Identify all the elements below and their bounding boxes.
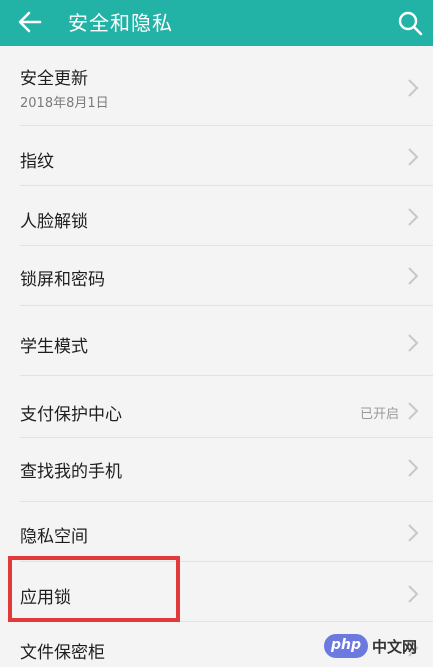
chevron-right-icon [408, 334, 419, 352]
settings-item-label: 安全更新 [20, 69, 88, 89]
settings-item-payment-protection[interactable]: 支付保护中心 已开启 [0, 376, 433, 438]
watermark: php 中文网 [324, 632, 428, 662]
settings-item-lock-screen-password[interactable]: 锁屏和密码 [0, 246, 433, 306]
settings-screen: 安全和隐私 安全更新 2018年8月1日 指纹 人脸解锁 锁屏和密码 学生模式 … [0, 0, 433, 667]
settings-item-label: 人脸解锁 [20, 212, 88, 232]
chevron-right-icon [408, 148, 419, 166]
settings-item-security-update[interactable]: 安全更新 2018年8月1日 [0, 46, 433, 126]
settings-item-label: 学生模式 [20, 337, 88, 357]
chevron-right-icon [408, 402, 419, 420]
settings-item-fingerprint[interactable]: 指纹 [0, 126, 433, 186]
settings-item-label: 支付保护中心 [20, 405, 122, 425]
app-bar: 安全和隐私 [0, 0, 433, 46]
watermark-text: 中文网 [372, 638, 418, 656]
highlight-box [8, 556, 180, 622]
chevron-right-icon [408, 585, 419, 603]
settings-item-label: 文件保密柜 [20, 643, 105, 663]
php-logo: php [324, 634, 368, 658]
status-label: 已开启 [359, 407, 399, 422]
chevron-right-icon [408, 267, 419, 285]
settings-item-label: 查找我的手机 [20, 462, 122, 482]
settings-item-label: 指纹 [20, 152, 54, 172]
settings-item-face-unlock[interactable]: 人脸解锁 [0, 186, 433, 246]
chevron-right-icon [408, 208, 419, 226]
settings-item-subtitle: 2018年8月1日 [20, 96, 109, 111]
settings-item-label: 隐私空间 [20, 527, 88, 547]
settings-item-find-my-phone[interactable]: 查找我的手机 [0, 438, 433, 502]
settings-item-label: 锁屏和密码 [20, 270, 105, 290]
chevron-right-icon [408, 524, 419, 542]
chevron-right-icon [408, 459, 419, 477]
chevron-right-icon [408, 79, 419, 97]
settings-item-private-space[interactable]: 隐私空间 [0, 502, 433, 562]
search-icon[interactable] [396, 9, 424, 37]
settings-item-student-mode[interactable]: 学生模式 [0, 306, 433, 376]
back-arrow-icon[interactable] [16, 8, 44, 36]
php-logo-text: php [330, 637, 361, 653]
page-title: 安全和隐私 [68, 11, 173, 35]
